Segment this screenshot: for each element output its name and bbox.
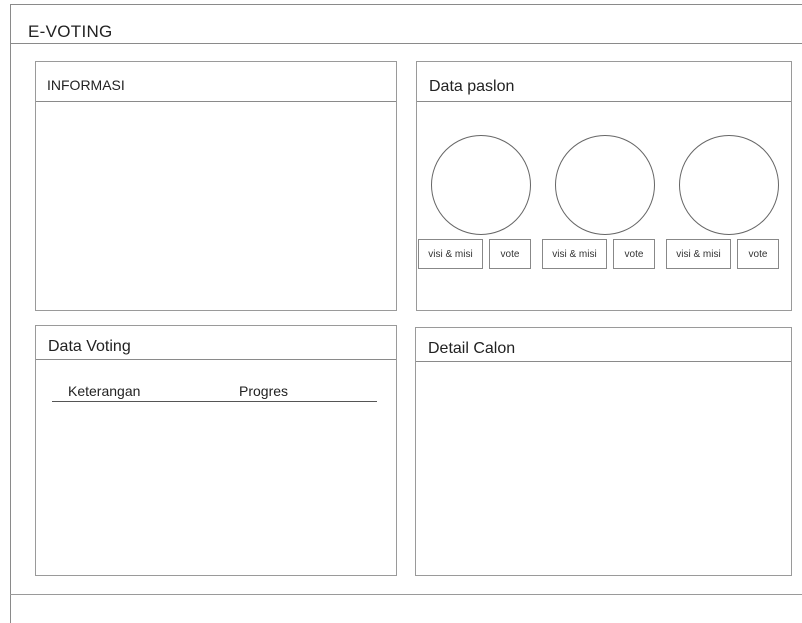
data-paslon-panel: Data paslon visi & misi vote visi & misi… bbox=[416, 61, 792, 311]
data-paslon-panel-header: Data paslon bbox=[417, 62, 791, 102]
table-header-divider bbox=[52, 401, 377, 402]
informasi-panel-title: INFORMASI bbox=[47, 77, 125, 93]
data-voting-panel-header: Data Voting bbox=[36, 326, 396, 360]
informasi-panel-header: INFORMASI bbox=[36, 62, 396, 102]
vote-button[interactable]: vote bbox=[489, 239, 531, 269]
vote-button[interactable]: vote bbox=[737, 239, 779, 269]
footer-divider bbox=[10, 594, 802, 595]
candidate-card: visi & misi vote bbox=[417, 135, 531, 270]
detail-calon-panel-title: Detail Calon bbox=[428, 340, 516, 357]
data-paslon-panel-title: Data paslon bbox=[429, 78, 515, 95]
candidate-photo bbox=[555, 135, 655, 235]
candidate-photo bbox=[431, 135, 531, 235]
visi-misi-button[interactable]: visi & misi bbox=[542, 239, 607, 269]
candidate-card: visi & misi vote bbox=[665, 135, 779, 270]
candidate-card: visi & misi vote bbox=[541, 135, 655, 270]
column-header-keterangan: Keterangan bbox=[68, 383, 141, 399]
visi-misi-button[interactable]: visi & misi bbox=[666, 239, 731, 269]
data-voting-panel: Data Voting Keterangan Progres bbox=[35, 325, 397, 576]
header-divider bbox=[10, 43, 802, 44]
data-voting-panel-title: Data Voting bbox=[48, 338, 131, 355]
informasi-panel: INFORMASI bbox=[35, 61, 397, 311]
visi-misi-button[interactable]: visi & misi bbox=[418, 239, 483, 269]
candidate-photo bbox=[679, 135, 779, 235]
detail-calon-panel-header: Detail Calon bbox=[416, 328, 791, 362]
app-title: E-VOTING bbox=[28, 22, 113, 41]
column-header-progres: Progres bbox=[239, 383, 289, 399]
detail-calon-panel: Detail Calon bbox=[415, 327, 792, 576]
vote-button[interactable]: vote bbox=[613, 239, 655, 269]
